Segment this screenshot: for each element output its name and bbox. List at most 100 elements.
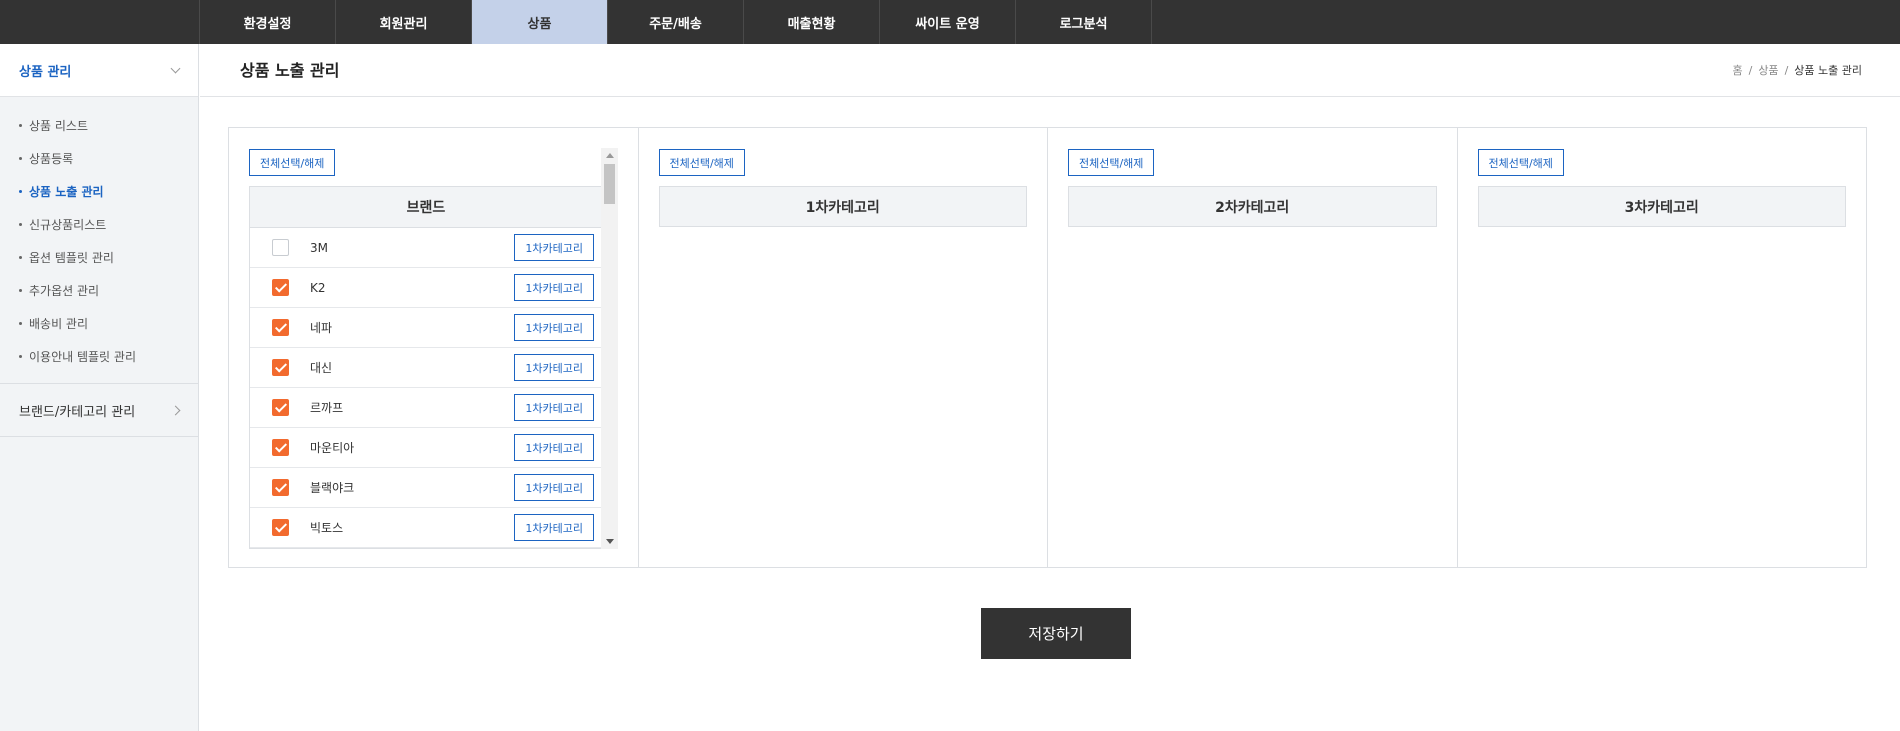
sidebar-item-label: 옵션 템플릿 관리: [29, 251, 114, 265]
brand-checkbox[interactable]: [272, 399, 289, 416]
sidebar-item-label: 추가옵션 관리: [29, 284, 100, 298]
sidebar-item-label: 이용안내 템플릿 관리: [29, 350, 136, 364]
brand-row: 블랙야크 1차카테고리: [250, 468, 602, 508]
brand-name: 대신: [310, 361, 333, 375]
scroll-down-arrow-icon[interactable]: [606, 539, 614, 544]
brand-name: K2: [310, 280, 326, 295]
category1-button[interactable]: 1차카테고리: [514, 234, 594, 261]
category1-panel: 전체선택/해제 1차카테고리: [639, 128, 1048, 567]
sidebar-section-header[interactable]: 상품 관리: [0, 44, 198, 97]
brand-row: 대신 1차카테고리: [250, 348, 602, 388]
brand-checkbox[interactable]: [272, 479, 289, 496]
sidebar-item-option-template[interactable]: 옵션 템플릿 관리: [0, 241, 198, 274]
select-all-button[interactable]: 전체선택/해제: [1477, 149, 1564, 176]
sidebar-item-label: 신규상품리스트: [29, 218, 107, 232]
brand-row: 빅토스 1차카테고리: [250, 508, 602, 548]
breadcrumb-current: 상품 노출 관리: [1794, 64, 1862, 77]
category3-column-header: 3차카테고리: [1477, 186, 1846, 227]
brand-checkbox[interactable]: [272, 279, 289, 296]
brand-row: K2 1차카테고리: [250, 268, 602, 308]
breadcrumb: 홈 / 상품 / 상품 노출 관리: [1732, 44, 1862, 97]
category2-panel: 전체선택/해제 2차카테고리: [1048, 128, 1458, 567]
brand-list-scrollbar[interactable]: [601, 148, 618, 549]
bullet-icon: [19, 256, 22, 259]
brand-name: 르까프: [310, 401, 344, 415]
brand-checkbox[interactable]: [272, 439, 289, 456]
sidebar-item-guide-template[interactable]: 이용안내 템플릿 관리: [0, 340, 198, 373]
category1-button[interactable]: 1차카테고리: [514, 274, 594, 301]
scroll-up-arrow-icon[interactable]: [606, 153, 614, 158]
category1-button[interactable]: 1차카테고리: [514, 394, 594, 421]
breadcrumb-home[interactable]: 홈: [1732, 44, 1742, 97]
scroll-thumb[interactable]: [604, 164, 615, 204]
tab-sales[interactable]: 매출현황: [744, 0, 880, 44]
select-all-button[interactable]: 전체선택/해제: [658, 149, 745, 176]
brand-row: 3M 1차카테고리: [250, 228, 602, 268]
breadcrumb-separator: /: [1784, 64, 1789, 77]
tab-settings[interactable]: 환경설정: [200, 0, 336, 44]
brand-checkbox[interactable]: [272, 359, 289, 376]
chevron-down-icon: [170, 63, 181, 73]
bullet-icon: [19, 289, 22, 292]
select-all-button[interactable]: 전체선택/해제: [1068, 149, 1155, 176]
bullet-icon: [19, 223, 22, 226]
bullet-icon: [19, 124, 22, 127]
sidebar-item-label: 상품등록: [29, 152, 74, 166]
category1-button[interactable]: 1차카테고리: [514, 434, 594, 461]
sidebar-item-shipping-fee[interactable]: 배송비 관리: [0, 307, 198, 340]
brand-list: 브랜드 3M 1차카테고리 K2 1차카테고리 네파 1차카테고리 대신 1차카테고리 르까프 1…: [249, 186, 618, 549]
page-title: 상품 노출 관리: [240, 61, 340, 80]
display-panels: 전체선택/해제 브랜드 3M 1차카테고리 K2 1차카테고리 네파 1차카테고리 대신 1차…: [228, 127, 1867, 568]
brand-checkbox[interactable]: [272, 239, 289, 256]
category1-button[interactable]: 1차카테고리: [514, 314, 594, 341]
category1-button[interactable]: 1차카테고리: [514, 474, 594, 501]
tab-site-operation[interactable]: 싸이트 운영: [880, 0, 1016, 44]
brand-row: 르까프 1차카테고리: [250, 388, 602, 428]
bullet-icon: [19, 190, 22, 193]
tab-products[interactable]: 상품: [472, 0, 608, 44]
brand-row: 네파 1차카테고리: [250, 308, 602, 348]
category3-panel: 전체선택/해제 3차카테고리: [1458, 128, 1867, 567]
select-all-button[interactable]: 전체선택/해제: [249, 149, 336, 176]
brand-checkbox[interactable]: [272, 519, 289, 536]
sidebar-group-label: 브랜드/카테고리 관리: [19, 404, 136, 420]
page-header: 상품 노출 관리 홈 / 상품 / 상품 노출 관리: [200, 44, 1900, 97]
sidebar-item-product-list[interactable]: 상품 리스트: [0, 109, 198, 142]
sidebar-section-title: 상품 관리: [19, 64, 72, 80]
brand-column-header: 브랜드: [250, 187, 602, 228]
category1-button[interactable]: 1차카테고리: [514, 354, 594, 381]
brand-name: 블랙야크: [310, 481, 355, 495]
tab-orders[interactable]: 주문/배송: [608, 0, 744, 44]
sidebar: 상품 관리 상품 리스트 상품등록 상품 노출 관리 신규상품리스트 옵션 템플…: [0, 44, 199, 731]
bullet-icon: [19, 355, 22, 358]
save-button[interactable]: 저장하기: [981, 608, 1131, 659]
bullet-icon: [19, 322, 22, 325]
category2-column-header: 2차카테고리: [1068, 186, 1437, 227]
breadcrumb-section[interactable]: 상품: [1758, 44, 1778, 97]
tab-log-analysis[interactable]: 로그분석: [1016, 0, 1152, 44]
sidebar-group-brand-category[interactable]: 브랜드/카테고리 관리: [0, 384, 198, 437]
brand-panel: 전체선택/해제 브랜드 3M 1차카테고리 K2 1차카테고리 네파 1차카테고리 대신 1차…: [229, 128, 639, 567]
sidebar-menu: 상품 리스트 상품등록 상품 노출 관리 신규상품리스트 옵션 템플릿 관리 추…: [0, 97, 198, 384]
sidebar-item-product-display[interactable]: 상품 노출 관리: [0, 175, 198, 208]
sidebar-item-label: 상품 노출 관리: [29, 185, 104, 199]
brand-name: 빅토스: [310, 521, 344, 535]
sidebar-item-extra-options[interactable]: 추가옵션 관리: [0, 274, 198, 307]
brand-checkbox[interactable]: [272, 319, 289, 336]
sidebar-item-label: 상품 리스트: [29, 119, 89, 133]
brand-name: 네파: [310, 321, 333, 335]
brand-rows: 3M 1차카테고리 K2 1차카테고리 네파 1차카테고리 대신 1차카테고리 르까프 1차카테고…: [250, 228, 617, 548]
brand-name: 3M: [310, 240, 328, 255]
tab-members[interactable]: 회원관리: [336, 0, 472, 44]
sidebar-item-label: 배송비 관리: [29, 317, 89, 331]
category1-button[interactable]: 1차카테고리: [514, 514, 594, 541]
sidebar-item-product-register[interactable]: 상품등록: [0, 142, 198, 175]
brand-name: 마운티아: [310, 441, 355, 455]
breadcrumb-separator: /: [1748, 64, 1753, 77]
top-tabs: 환경설정 회원관리 상품 주문/배송 매출현황 싸이트 운영 로그분석: [199, 0, 1152, 44]
top-navigation: 환경설정 회원관리 상품 주문/배송 매출현황 싸이트 운영 로그분석: [0, 0, 1900, 44]
sidebar-item-new-products[interactable]: 신규상품리스트: [0, 208, 198, 241]
brand-row: 마운티아 1차카테고리: [250, 428, 602, 468]
category1-column-header: 1차카테고리: [658, 186, 1027, 227]
chevron-right-icon: [170, 405, 181, 415]
